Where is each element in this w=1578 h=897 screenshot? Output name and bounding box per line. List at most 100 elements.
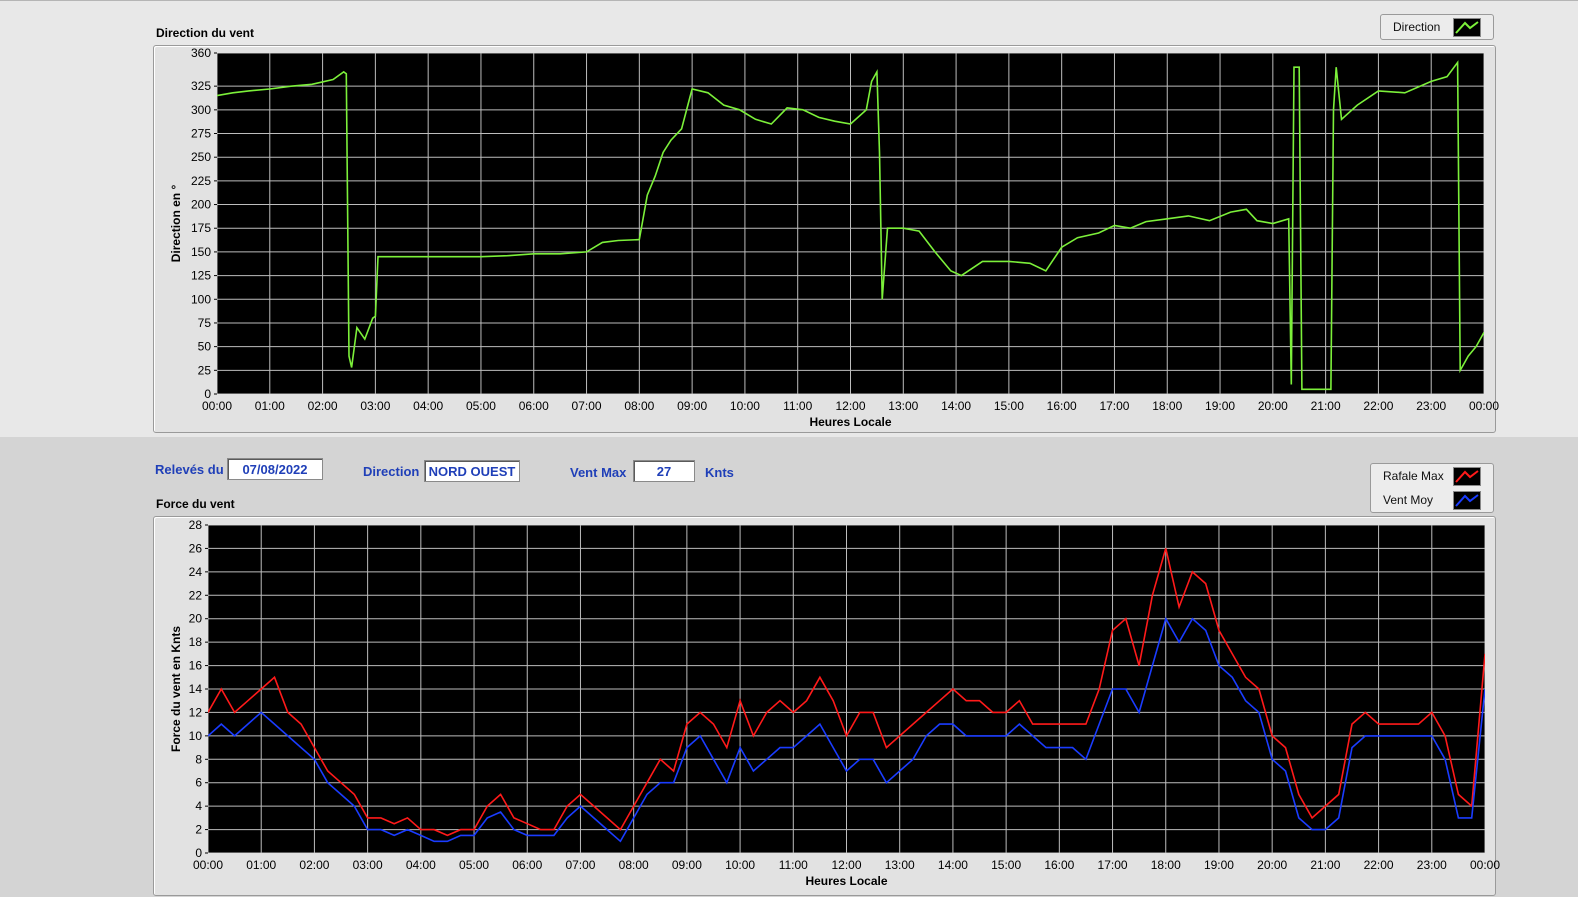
y-tick-label: 50 bbox=[198, 340, 212, 354]
legend-item-direction[interactable]: Direction bbox=[1381, 15, 1493, 39]
x-tick-label: 10:00 bbox=[725, 858, 755, 872]
rafale-swatch-icon bbox=[1453, 467, 1481, 486]
x-tick-label: 18:00 bbox=[1151, 858, 1181, 872]
direction-chart-frame: 0 25 50 75 100 125 150 175 200 225 250 275 300 325 360… bbox=[153, 45, 1499, 433]
ventmax-label: Vent Max bbox=[570, 465, 627, 480]
x-tick-label: 14:00 bbox=[938, 858, 968, 872]
x-tick-label: 17:00 bbox=[1099, 399, 1129, 413]
y-tick-label: 28 bbox=[189, 518, 203, 532]
x-tick-label: 00:00 bbox=[1470, 858, 1500, 872]
y-tick-label: 12 bbox=[189, 705, 203, 719]
x-tick-label: 11:00 bbox=[779, 858, 808, 872]
y-tick-label: 18 bbox=[189, 635, 203, 649]
x-axis-title: Heures Locale bbox=[809, 415, 891, 429]
x-tick-label: 00:00 bbox=[193, 858, 223, 872]
date-field[interactable]: 07/08/2022 bbox=[227, 458, 323, 480]
y-tick-label: 16 bbox=[189, 659, 203, 673]
x-tick-label: 13:00 bbox=[888, 399, 918, 413]
force-axes: 024681012141618202224262800:00 01:00 02:00… bbox=[169, 518, 1500, 888]
y-tick-label: 325 bbox=[191, 79, 211, 93]
x-tick-label: 06:00 bbox=[519, 399, 549, 413]
y-tick-label: 100 bbox=[191, 292, 211, 306]
force-chart-frame: 0 2 4 6 8 10 12 14 16 18 20 22 24 26 28 00:00 01:00 02:00… bbox=[153, 516, 1500, 896]
x-tick-label: 13:00 bbox=[885, 858, 915, 872]
x-tick-label: 05:00 bbox=[459, 858, 489, 872]
x-axis-title: Heures Locale bbox=[805, 874, 887, 888]
direction-axes: 0255075100125150175200225250275300325360… bbox=[169, 46, 1499, 429]
x-tick-label: 05:00 bbox=[466, 399, 496, 413]
force-legend[interactable]: Rafale Max Vent Moy bbox=[1370, 463, 1494, 513]
ventmax-field[interactable]: 27 bbox=[633, 460, 695, 482]
y-tick-label: 24 bbox=[189, 565, 203, 579]
y-tick-label: 22 bbox=[189, 588, 203, 602]
legend-item-rafale[interactable]: Rafale Max bbox=[1371, 464, 1493, 488]
y-tick-label: 25 bbox=[198, 363, 212, 377]
x-tick-label: 00:00 bbox=[202, 399, 232, 413]
y-tick-label: 2 bbox=[195, 823, 202, 837]
x-tick-label: 22:00 bbox=[1364, 858, 1394, 872]
x-tick-label: 23:00 bbox=[1417, 858, 1447, 872]
y-tick-label: 75 bbox=[198, 316, 212, 330]
x-tick-label: 16:00 bbox=[1047, 399, 1077, 413]
x-tick-label: 21:00 bbox=[1310, 858, 1340, 872]
x-tick-label: 10:00 bbox=[730, 399, 760, 413]
y-tick-label: 175 bbox=[191, 221, 211, 235]
y-tick-label: 125 bbox=[191, 269, 211, 283]
y-tick-label: 6 bbox=[195, 776, 202, 790]
legend-label-ventmoy: Vent Moy bbox=[1383, 493, 1434, 507]
legend-item-ventmoy[interactable]: Vent Moy bbox=[1371, 488, 1493, 512]
y-tick-label: 26 bbox=[189, 541, 203, 555]
x-tick-label: 03:00 bbox=[353, 858, 383, 872]
x-tick-label: 17:00 bbox=[1098, 858, 1128, 872]
direction-swatch-icon bbox=[1453, 18, 1481, 37]
x-tick-label: 01:00 bbox=[246, 858, 276, 872]
y-tick-label: 200 bbox=[191, 198, 211, 212]
x-tick-label: 20:00 bbox=[1258, 399, 1288, 413]
x-tick-label: 02:00 bbox=[308, 399, 338, 413]
x-tick-label: 19:00 bbox=[1204, 858, 1234, 872]
x-tick-label: 01:00 bbox=[255, 399, 285, 413]
y-tick-label: 10 bbox=[189, 729, 203, 743]
x-tick-label: 06:00 bbox=[512, 858, 542, 872]
x-tick-label: 12:00 bbox=[835, 399, 865, 413]
ventmax-unit: Knts bbox=[705, 465, 734, 480]
y-tick-label: 14 bbox=[189, 682, 203, 696]
x-tick-label: 03:00 bbox=[360, 399, 390, 413]
releves-label: Relevés du bbox=[155, 462, 224, 477]
legend-label-rafale: Rafale Max bbox=[1383, 469, 1444, 483]
y-tick-label: 4 bbox=[195, 799, 202, 813]
y-tick-label: 300 bbox=[191, 103, 211, 117]
y-axis-title: Force du vent en Knts bbox=[169, 626, 183, 752]
y-tick-label: 360 bbox=[191, 46, 211, 60]
direction-legend[interactable]: Direction bbox=[1380, 14, 1494, 40]
x-tick-label: 02:00 bbox=[299, 858, 329, 872]
x-tick-label: 18:00 bbox=[1152, 399, 1182, 413]
y-tick-label: 20 bbox=[189, 612, 203, 626]
x-tick-label: 09:00 bbox=[672, 858, 702, 872]
y-tick-label: 250 bbox=[191, 150, 211, 164]
x-tick-label: 11:00 bbox=[783, 399, 812, 413]
y-tick-label: 150 bbox=[191, 245, 211, 259]
x-tick-label: 00:00 bbox=[1469, 399, 1499, 413]
ventmoy-swatch-icon bbox=[1453, 491, 1481, 510]
x-tick-label: 14:00 bbox=[941, 399, 971, 413]
legend-label-direction: Direction bbox=[1393, 20, 1441, 34]
x-tick-label: 15:00 bbox=[994, 399, 1024, 413]
direction-chart-title: Direction du vent bbox=[156, 26, 255, 40]
x-tick-label: 08:00 bbox=[624, 399, 654, 413]
x-tick-label: 21:00 bbox=[1311, 399, 1341, 413]
direction-label: Direction bbox=[363, 464, 420, 479]
x-tick-label: 04:00 bbox=[406, 858, 436, 872]
y-tick-label: 225 bbox=[191, 174, 211, 188]
y-tick-label: 8 bbox=[195, 752, 202, 766]
x-tick-label: 04:00 bbox=[413, 399, 443, 413]
x-tick-label: 12:00 bbox=[831, 858, 861, 872]
direction-field[interactable]: NORD OUEST bbox=[424, 460, 520, 482]
x-tick-label: 09:00 bbox=[677, 399, 707, 413]
x-tick-label: 22:00 bbox=[1363, 399, 1393, 413]
x-tick-label: 07:00 bbox=[572, 399, 602, 413]
x-tick-label: 07:00 bbox=[565, 858, 595, 872]
x-tick-label: 20:00 bbox=[1257, 858, 1287, 872]
x-tick-label: 23:00 bbox=[1416, 399, 1446, 413]
x-tick-label: 16:00 bbox=[1044, 858, 1074, 872]
